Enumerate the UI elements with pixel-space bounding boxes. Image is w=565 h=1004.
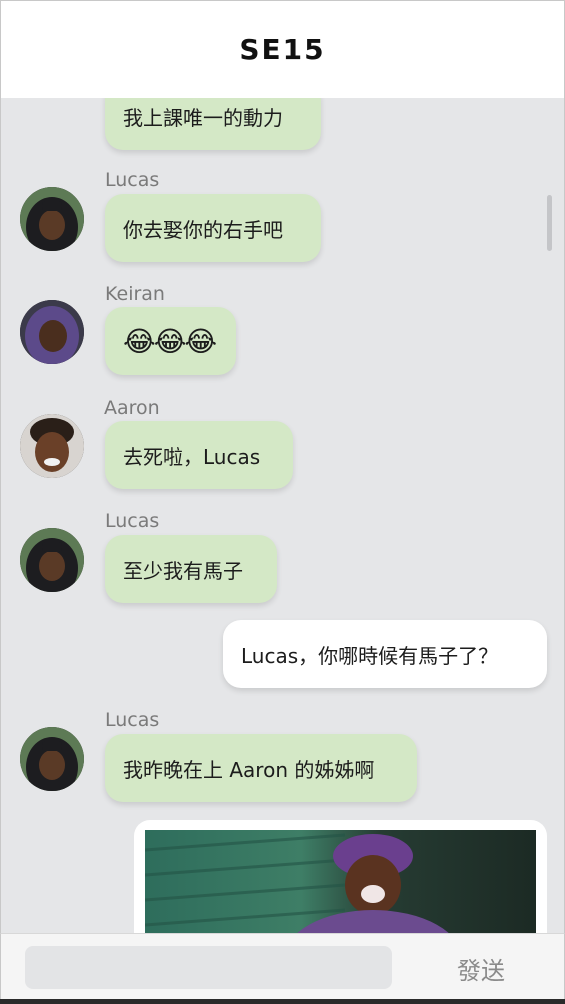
avatar-keiran-image [20,300,84,364]
image-message-photo [145,830,536,933]
avatar[interactable] [20,300,84,364]
avatar[interactable] [20,528,84,592]
sender-name: Lucas [105,510,160,532]
sender-name: Lucas [105,169,160,191]
image-message[interactable] [134,820,547,933]
message-bubble-outgoing[interactable]: Lucas，你哪時候有馬子了？ [223,620,547,688]
sender-name: Aaron [104,397,160,419]
message-text: 😂😂😂 [123,324,217,358]
message-bubble[interactable]: 我昨晚在上 Aaron 的姊姊啊 [105,734,417,802]
message-bubble[interactable]: 你去娶你的右手吧 [105,194,321,262]
avatar[interactable] [20,187,84,251]
avatar[interactable] [20,727,84,791]
sender-name: Keiran [105,283,165,305]
sender-name: Lucas [105,709,160,731]
message-text: 至少我有馬子 [123,558,243,583]
avatar[interactable] [20,414,84,478]
message-bubble[interactable]: 😂😂😂 [105,307,236,375]
scrollbar[interactable] [547,195,552,251]
avatar-lucas-image [20,187,84,251]
message-list[interactable]: 我上課唯一的動力 Lucas 你去娶你的右手吧 Keiran 😂😂😂 Aaron [0,97,565,933]
avatar-lucas-image [20,528,84,592]
message-bubble[interactable]: 至少我有馬子 [105,535,277,603]
avatar-lucas-image [20,727,84,791]
message-text: 我上課唯一的動力 [123,105,283,130]
composer-bar: 發送 [0,933,565,1004]
chat-header: SE15 [0,0,565,98]
message-text: 去死啦，Lucas [123,444,261,469]
send-button[interactable]: 發送 [431,944,531,992]
message-text: 我昨晚在上 Aaron 的姊姊啊 [123,757,375,782]
message-text: 你去娶你的右手吧 [123,217,283,242]
bottom-edge [0,999,565,1004]
message-text: Lucas，你哪時候有馬子了？ [241,643,499,668]
avatar-aaron-image [20,414,84,478]
message-input[interactable] [25,946,392,989]
message-bubble[interactable]: 我上課唯一的動力 [105,97,321,150]
message-bubble[interactable]: 去死啦，Lucas [105,421,293,489]
chat-title: SE15 [239,33,326,66]
